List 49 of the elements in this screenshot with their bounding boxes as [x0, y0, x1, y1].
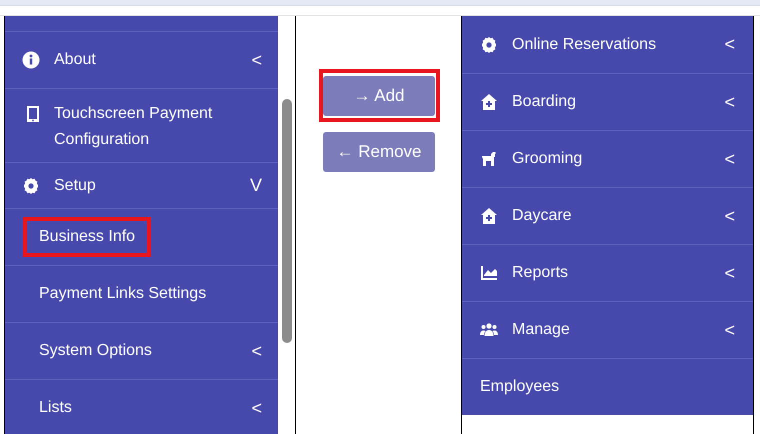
chevron: < — [251, 340, 262, 362]
menu-item[interactable]: Payment Links Settings — [5, 265, 278, 322]
chevron: V — [250, 174, 262, 197]
menu-label: Online Reservations — [512, 34, 656, 54]
menu-item[interactable]: Business Info — [5, 208, 278, 265]
house-medical-icon — [480, 207, 498, 225]
chevron: < — [251, 48, 262, 72]
house-medical-icon — [480, 93, 498, 111]
remove-button[interactable]: ← Remove — [323, 132, 435, 172]
chevron: < — [724, 318, 735, 342]
settings-icon — [22, 176, 40, 194]
chart-icon — [480, 264, 498, 282]
menu-item[interactable]: Lists < — [5, 379, 278, 434]
settings-icon — [480, 36, 498, 54]
info-icon — [22, 51, 40, 69]
menu-item[interactable]: Online Reservations < — [462, 16, 753, 73]
chevron: < — [724, 148, 735, 170]
menu-label: Setup — [54, 176, 96, 196]
scrollbar-thumb[interactable] — [282, 99, 292, 343]
menu-label: Manage — [512, 320, 570, 340]
menu-item[interactable]: Manage < — [462, 301, 753, 358]
menu-label: Payment Links Settings — [39, 284, 206, 304]
menu-label: Boarding — [512, 92, 576, 112]
chevron: < — [724, 204, 735, 228]
menu-item[interactable]: Touchscreen Payment Configuration — [5, 88, 278, 162]
menu-label: Touchscreen Payment Configuration — [54, 104, 214, 150]
tablet-icon — [24, 105, 42, 123]
add-button[interactable]: → Add — [323, 76, 435, 116]
menu-item[interactable]: Reports < — [462, 244, 753, 301]
menu-label: Lists — [39, 398, 72, 418]
chevron: < — [251, 396, 262, 420]
menu-item[interactable]: Grooming < — [462, 130, 753, 187]
menu-item[interactable]: About < — [5, 31, 278, 88]
menu-item[interactable]: Daycare < — [462, 187, 753, 244]
menu-label: Employees — [480, 377, 560, 397]
menu-item[interactable]: Boarding < — [462, 73, 753, 130]
menu-label: System Options — [39, 341, 152, 361]
menu-item[interactable]: System Options < — [5, 322, 278, 379]
dog-icon — [480, 150, 498, 168]
chevron: < — [724, 262, 735, 284]
menu-item[interactable]: Employees — [462, 358, 753, 415]
chevron: < — [724, 33, 735, 56]
menu-label: About — [54, 50, 96, 70]
chevron: < — [724, 90, 735, 114]
menu-label: Daycare — [512, 206, 572, 226]
users-icon — [480, 321, 498, 339]
menu-item[interactable]: Setup V — [5, 162, 278, 208]
menu-label: Grooming — [512, 149, 582, 169]
menu-label: Reports — [512, 263, 568, 283]
